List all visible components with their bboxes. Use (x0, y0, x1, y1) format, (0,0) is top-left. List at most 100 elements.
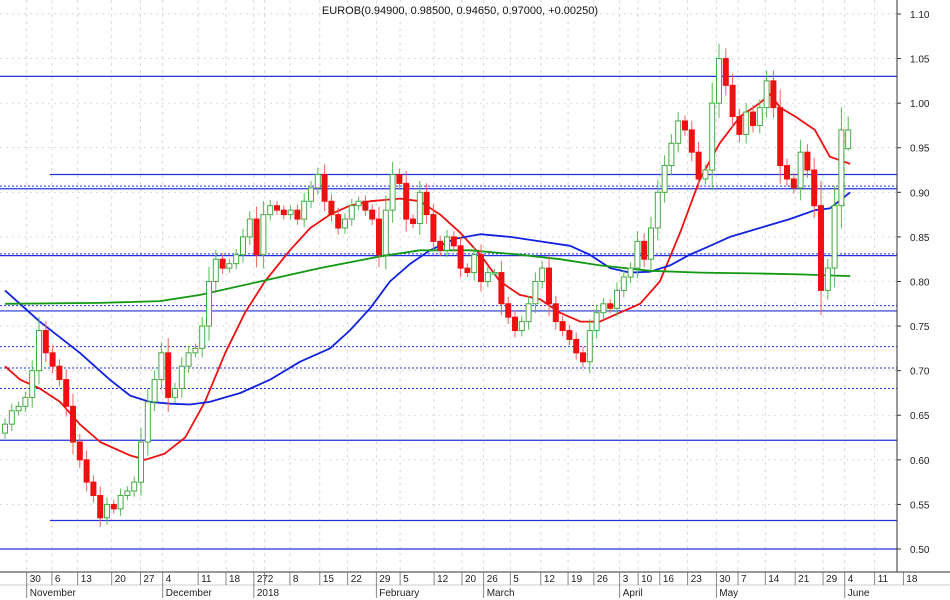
candle (770, 70, 777, 118)
candle-body (104, 503, 110, 519)
candle (233, 248, 240, 270)
month-label: December (166, 588, 213, 599)
candle (172, 382, 178, 404)
candle-body (144, 401, 151, 443)
candle (403, 170, 410, 232)
candle-body (206, 280, 212, 327)
x-tick-label: 22 (351, 574, 363, 585)
candle-body (525, 303, 532, 323)
candle-body (498, 272, 505, 305)
candle (729, 73, 736, 128)
candle (790, 173, 797, 194)
candle-body (110, 503, 117, 510)
candle-body (790, 178, 797, 189)
candle-body (614, 289, 620, 309)
y-tick-label: 1.10 (910, 10, 930, 21)
candle (199, 316, 206, 358)
candle-body (117, 494, 124, 510)
candle-body (267, 205, 274, 216)
candle (471, 246, 478, 281)
candle (539, 261, 546, 289)
candle-body (702, 169, 709, 180)
candle-body (342, 218, 348, 229)
candle (70, 393, 76, 455)
y-axis: 0.50 0.55 0.60 0.65 0.70 0.75 0.80 0.85 0.90 0.95… (896, 0, 930, 572)
chart-title: EUROB(0.94900, 0.98500, 0.94650, 0.97000… (322, 5, 598, 17)
moving-average-long (4, 249, 851, 305)
candle-body (471, 254, 478, 274)
candle-body (199, 325, 206, 349)
x-tick-label: 12 (544, 574, 556, 585)
candle (22, 391, 29, 413)
candle-body (770, 80, 777, 109)
candle-body (620, 276, 627, 291)
candle-body (165, 352, 172, 398)
candle-body (634, 240, 641, 269)
candle-body (627, 267, 634, 278)
x-tick-label: 20 (465, 574, 477, 585)
candle (627, 262, 634, 283)
candle-body (348, 205, 355, 220)
candle-body (573, 338, 580, 354)
candle-body (668, 142, 675, 167)
candle (824, 258, 831, 300)
candle-body (192, 347, 199, 354)
y-tick-label: 1.05 (910, 55, 930, 66)
candle (566, 324, 573, 346)
candle (593, 304, 600, 339)
candle-body (600, 303, 607, 314)
x-tick-label: 11 (201, 574, 212, 585)
candle (586, 319, 593, 374)
candle-body (430, 214, 437, 242)
candle-body (532, 280, 539, 305)
x-tick-label: 4 (166, 574, 172, 585)
candle (158, 342, 165, 390)
candle-body (641, 240, 648, 260)
candle-body (586, 330, 593, 363)
candle (580, 347, 586, 368)
candle (505, 296, 512, 325)
candle-body (831, 205, 838, 269)
candle (226, 258, 233, 273)
month-label: March (487, 588, 515, 599)
x-tick-label: 29 (826, 574, 838, 585)
candle (83, 450, 90, 492)
candle-body (389, 173, 396, 211)
candle (240, 228, 246, 263)
candle-body (838, 129, 845, 207)
candle-body (736, 116, 743, 135)
candle (2, 418, 8, 439)
candle-body (49, 352, 56, 367)
candle (287, 205, 294, 220)
x-tick-label: 26 (487, 574, 499, 585)
y-tick-label: 0.60 (910, 456, 930, 467)
candle (410, 214, 416, 229)
candle-body (450, 236, 457, 247)
candle (695, 141, 702, 190)
candle-body (22, 396, 29, 407)
candle-body (607, 303, 614, 309)
y-tick-label: 0.50 (910, 545, 930, 556)
candle-body (70, 405, 76, 443)
candle-body (410, 218, 416, 225)
candle-body (756, 107, 763, 126)
candle (498, 261, 505, 316)
candle-body (2, 423, 8, 434)
candle-body (355, 200, 362, 207)
candle (56, 359, 63, 387)
candle-body (784, 165, 790, 180)
x-tick-label: 8 (293, 574, 299, 585)
candle-body (301, 200, 308, 220)
candle-body (280, 209, 287, 216)
moving-average-short (4, 93, 851, 461)
candle-body (138, 441, 144, 483)
candle (362, 195, 369, 216)
candle-body (546, 267, 552, 305)
candle-body (158, 352, 165, 381)
candle-body (688, 129, 695, 153)
candle-body (729, 84, 736, 118)
candle (260, 201, 267, 269)
candle-body (335, 214, 342, 229)
candle-body (593, 312, 600, 332)
candle (165, 338, 172, 413)
